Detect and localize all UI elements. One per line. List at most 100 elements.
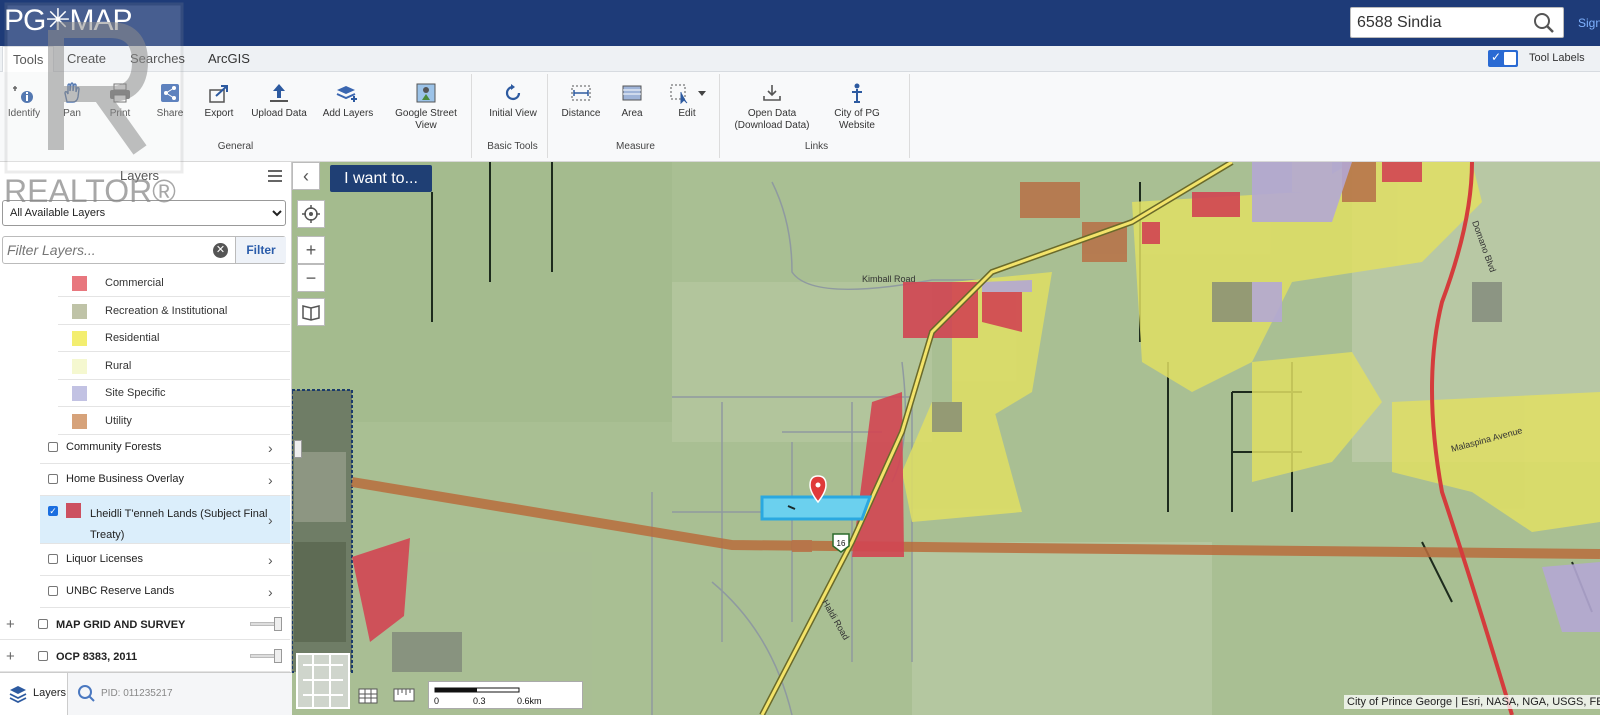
layer-row-unbc-reserve[interactable]: UNBC Reserve Lands ›	[40, 576, 290, 608]
tool-labels-toggle[interactable]: ✓	[1488, 50, 1518, 67]
layer-label: Liquor Licenses	[66, 553, 144, 565]
collapse-panel-button[interactable]: ‹	[292, 162, 320, 190]
upload-data-tool[interactable]: Upload Data	[248, 82, 310, 120]
print-label: Print	[109, 108, 131, 119]
identify-label: Identify	[7, 108, 41, 119]
layer-scope-select[interactable]: All Available Layers	[2, 200, 286, 226]
legend-label: Site Specific	[105, 387, 166, 399]
map-canvas[interactable]: 16 Kimball Road Domano Blvd Malaspina Av…	[292, 162, 1600, 715]
opacity-slider[interactable]	[250, 649, 282, 663]
layer-row-liquor-licenses[interactable]: Liquor Licenses ›	[40, 544, 290, 576]
measure-grid-button[interactable]	[357, 683, 381, 707]
search-input[interactable]	[1351, 8, 1526, 37]
tool-labels-label: Tool Labels	[1529, 52, 1585, 64]
area-tool[interactable]: Area	[612, 82, 652, 120]
city-logo-icon	[852, 83, 862, 103]
layer-checkbox[interactable]	[48, 442, 58, 452]
menu-icon[interactable]	[268, 170, 282, 182]
city-website-link[interactable]: City of PG Website	[824, 82, 890, 132]
layer-checkbox[interactable]	[48, 554, 58, 564]
app-logo[interactable]: PG✳MAP	[4, 3, 132, 38]
group-basic-tools: Initial View Basic Tools	[478, 74, 548, 158]
sign-in-link[interactable]: Sign	[1578, 16, 1600, 30]
group-label-basic-tools: Basic Tools	[487, 141, 538, 152]
printer-icon	[110, 83, 130, 103]
filter-box: ✕ Filter	[2, 236, 286, 264]
tab-arcgis[interactable]: ArcGIS	[198, 46, 260, 72]
legend-swatch	[72, 358, 87, 374]
legend-row: Rural	[58, 353, 290, 380]
address-search[interactable]	[1350, 7, 1564, 38]
group-checkbox[interactable]	[38, 619, 48, 629]
tab-create[interactable]: Create	[57, 46, 116, 72]
layer-row-home-business[interactable]: Home Business Overlay ›	[40, 464, 290, 496]
tool-ribbon: Identify Pan Print Share Export Upload D…	[0, 72, 1600, 162]
add-layers-tool[interactable]: Add Layers	[320, 82, 376, 120]
identify-icon	[13, 86, 33, 103]
tab-searches[interactable]: Searches	[120, 46, 195, 72]
layer-checkbox[interactable]	[48, 474, 58, 484]
distance-tool[interactable]: Distance	[556, 82, 606, 120]
ruler-distance-icon	[571, 85, 591, 101]
panel-title: Layers	[120, 168, 160, 183]
pan-tool[interactable]: Pan	[52, 82, 92, 120]
layer-row-lheidli-tenneh[interactable]: ✓ Lheidli T'enneh Lands (Subject Final T…	[40, 496, 290, 544]
legend-label: Rural	[105, 359, 132, 372]
panel-bottom-tabs: Layers PID: 011235217	[0, 672, 292, 715]
tab-row: Tools Create Searches ArcGIS ✓ Tool Labe…	[0, 46, 1600, 72]
clear-icon[interactable]: ✕	[213, 243, 228, 258]
expand-plus-icon[interactable]: +	[6, 648, 15, 665]
zoom-out-button[interactable]: −	[297, 264, 325, 292]
group-checkbox[interactable]	[38, 651, 48, 661]
search-icon[interactable]	[1533, 12, 1555, 34]
edit-tool[interactable]: Edit	[658, 82, 716, 120]
identify-tool[interactable]: Identify	[4, 82, 44, 120]
share-icon	[161, 84, 179, 102]
map-attribution: City of Prince George | Esri, NASA, NGA,…	[1344, 695, 1600, 709]
chevron-right-icon[interactable]: ›	[268, 440, 273, 456]
layer-row-community-forests[interactable]: Community Forests ›	[40, 432, 290, 464]
filter-input[interactable]	[7, 240, 207, 260]
map-view[interactable]: 16 Kimball Road Domano Blvd Malaspina Av…	[292, 162, 1600, 715]
basemap-thumbnail	[303, 655, 343, 707]
scale-tick-1: 0.3	[473, 696, 486, 706]
filter-button[interactable]: Filter	[235, 237, 286, 263]
top-bar: PG✳MAP Sign	[0, 0, 1600, 46]
panel-resize-handle[interactable]	[294, 440, 302, 458]
basemap-switcher[interactable]	[296, 653, 350, 709]
search-results-icon[interactable]	[76, 683, 96, 703]
chevron-right-icon[interactable]: ›	[268, 552, 273, 568]
upload-data-label: Upload Data	[251, 108, 307, 119]
scale-bar-graphic: 0 0.3 0.6km	[434, 687, 542, 706]
layer-checkbox-checked[interactable]: ✓	[48, 506, 58, 516]
open-data-link[interactable]: Open Data (Download Data)	[732, 82, 812, 132]
group-general: Identify Pan Print Share Export Upload D…	[0, 74, 472, 158]
initial-view-tool[interactable]: Initial View	[482, 82, 544, 120]
scale-ruler-button[interactable]	[392, 683, 416, 707]
open-data-label: Open Data (Download Data)	[734, 108, 810, 131]
google-street-view-tool[interactable]: Google Street View	[393, 82, 459, 132]
export-tool[interactable]: Export	[199, 82, 239, 120]
i-want-to-button[interactable]: I want to...	[330, 165, 432, 192]
bottom-tab-layers[interactable]: Layers	[0, 673, 68, 715]
chevron-right-icon[interactable]: ›	[268, 584, 273, 600]
edit-label: Edit	[678, 108, 696, 119]
export-icon	[209, 85, 228, 103]
layer-label: UNBC Reserve Lands	[66, 585, 175, 597]
expand-plus-icon[interactable]: +	[6, 616, 15, 633]
layer-checkbox[interactable]	[48, 586, 58, 596]
legend-swatch	[72, 413, 87, 429]
locate-button[interactable]	[297, 200, 325, 228]
group-row-map-grid[interactable]: + MAP GRID AND SURVEY	[0, 610, 290, 640]
layers-plus-icon	[336, 86, 357, 102]
bookmarks-button[interactable]	[297, 298, 325, 326]
opacity-slider[interactable]	[250, 617, 282, 631]
chevron-right-icon[interactable]: ›	[268, 472, 273, 488]
share-tool[interactable]: Share	[150, 82, 190, 120]
tab-tools[interactable]: Tools	[2, 46, 55, 72]
chevron-right-icon[interactable]: ›	[268, 512, 273, 528]
zoom-in-button[interactable]: +	[297, 236, 325, 264]
download-icon	[763, 85, 781, 101]
group-row-ocp[interactable]: + OCP 8383, 2011	[0, 642, 290, 672]
print-tool[interactable]: Print	[100, 82, 140, 120]
